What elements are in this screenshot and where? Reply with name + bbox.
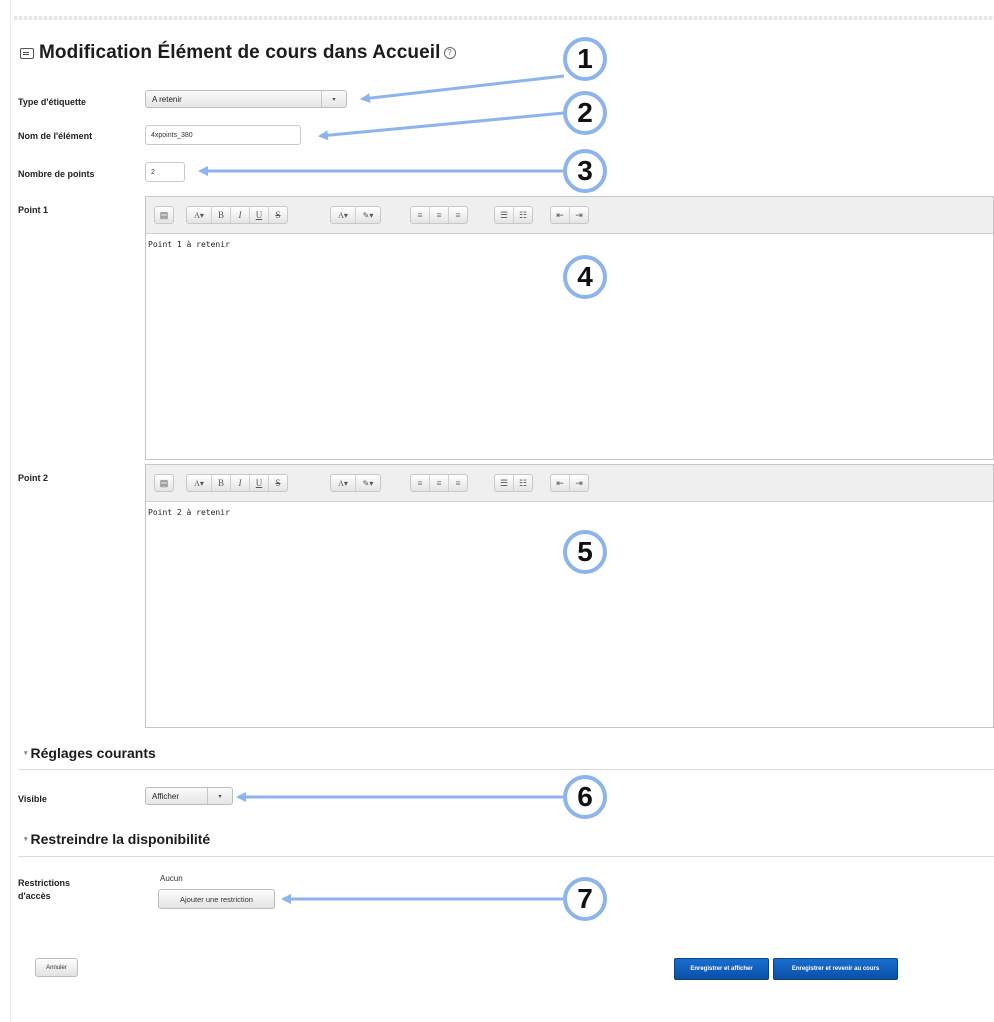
callout-4: 4 xyxy=(563,255,607,299)
callout-7: 7 xyxy=(563,877,607,921)
callout-1: 1 xyxy=(563,37,607,81)
arrow-2 xyxy=(318,111,565,141)
callout-2: 2 xyxy=(563,91,607,135)
callout-6: 6 xyxy=(563,775,607,819)
callout-5: 5 xyxy=(563,530,607,574)
arrow-1 xyxy=(360,74,565,104)
callout-3: 3 xyxy=(563,149,607,193)
annotation-arrows xyxy=(198,74,565,904)
